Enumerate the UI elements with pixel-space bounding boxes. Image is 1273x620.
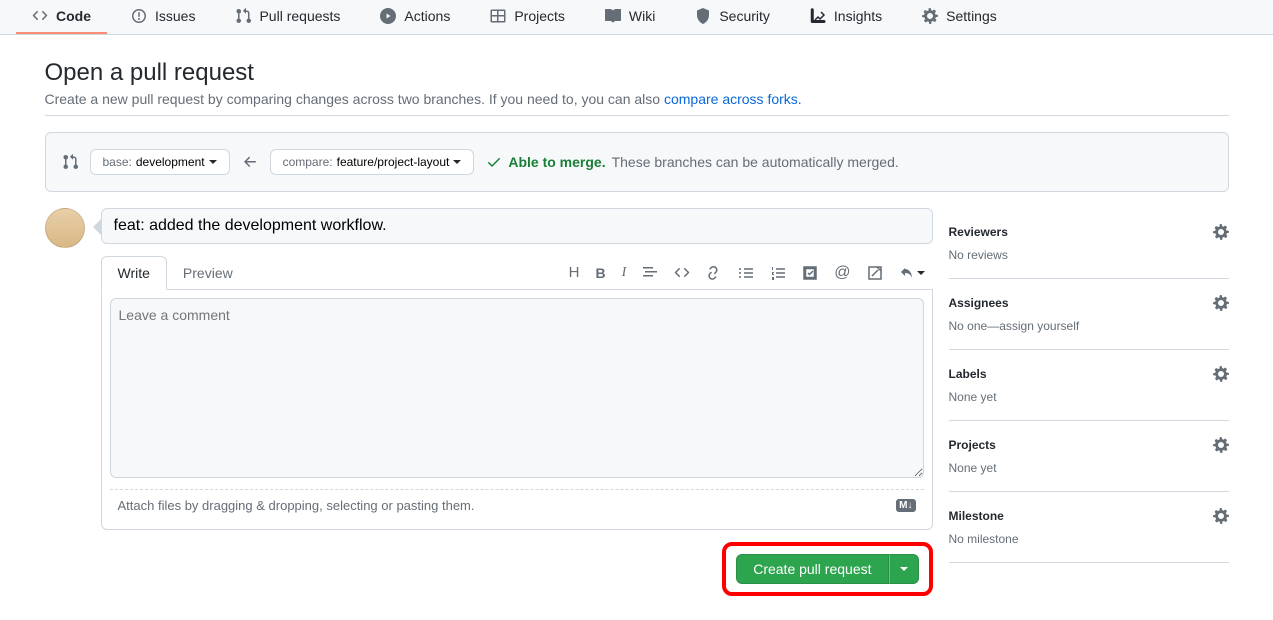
sidebar-reviewers: Reviewers No reviews xyxy=(949,208,1229,279)
sidebar-assignees: Assignees No one—assign yourself xyxy=(949,279,1229,350)
create-pr-dropdown[interactable] xyxy=(889,554,919,584)
gear-icon[interactable] xyxy=(1213,366,1229,382)
caret-icon xyxy=(209,160,217,164)
sidebar-projects: Projects None yet xyxy=(949,421,1229,492)
subhead-text: Create a new pull request by comparing c… xyxy=(45,91,664,107)
tab-wiki[interactable]: Wiki xyxy=(589,0,671,34)
arrow-left-icon xyxy=(242,154,258,170)
merge-ok-text: Able to merge. xyxy=(508,154,605,170)
compare-forks-link[interactable]: compare across forks. xyxy=(664,91,802,107)
tab-issues[interactable]: Issues xyxy=(115,0,211,34)
projects-sub: None yet xyxy=(949,461,1229,475)
tab-projects[interactable]: Projects xyxy=(474,0,581,34)
reviewers-sub: No reviews xyxy=(949,248,1229,262)
compare-branch-select[interactable]: compare: feature/project-layout xyxy=(270,149,475,175)
sidebar-milestone: Milestone No milestone xyxy=(949,492,1229,563)
labels-title: Labels xyxy=(949,367,987,381)
quote-icon[interactable] xyxy=(642,265,658,281)
tab-wiki-label: Wiki xyxy=(629,8,655,24)
tab-actions[interactable]: Actions xyxy=(364,0,466,34)
tab-settings[interactable]: Settings xyxy=(906,0,1013,34)
base-value: development xyxy=(136,155,205,169)
gear-icon[interactable] xyxy=(1213,224,1229,240)
base-branch-select[interactable]: base: development xyxy=(90,149,230,175)
markdown-badge-icon[interactable]: M↓ xyxy=(896,499,915,512)
labels-sub: None yet xyxy=(949,390,1229,404)
tab-security-label: Security xyxy=(719,8,770,24)
merge-status: Able to merge. These branches can be aut… xyxy=(486,154,898,170)
tab-settings-label: Settings xyxy=(946,8,997,24)
write-tab[interactable]: Write xyxy=(101,256,167,290)
assignees-sub[interactable]: No one—assign yourself xyxy=(949,319,1229,333)
gear-icon[interactable] xyxy=(1213,295,1229,311)
merge-msg-text: These branches can be automatically merg… xyxy=(612,154,899,170)
code-icon[interactable] xyxy=(674,265,690,281)
tab-code[interactable]: Code xyxy=(16,0,107,34)
compare-icon xyxy=(62,154,78,170)
compare-value: feature/project-layout xyxy=(337,155,450,169)
comment-textarea[interactable] xyxy=(110,298,924,478)
highlight-annotation: Create pull request xyxy=(722,542,932,596)
ol-icon[interactable] xyxy=(770,265,786,281)
tab-issues-label: Issues xyxy=(155,8,195,24)
comment-tabs: Write Preview H B I xyxy=(101,256,933,290)
reviewers-title: Reviewers xyxy=(949,225,1008,239)
base-label: base: xyxy=(103,155,132,169)
page-subhead: Create a new pull request by comparing c… xyxy=(45,91,1229,116)
branch-range-box: base: development compare: feature/proje… xyxy=(45,132,1229,192)
check-icon xyxy=(486,154,502,170)
composer: Write Preview H B I xyxy=(101,208,933,596)
attach-hint[interactable]: Attach files by dragging & dropping, sel… xyxy=(118,498,475,513)
tasklist-icon[interactable] xyxy=(802,265,818,281)
tab-actions-label: Actions xyxy=(404,8,450,24)
assignees-title: Assignees xyxy=(949,296,1009,310)
reply-icon[interactable] xyxy=(899,265,925,281)
tab-code-label: Code xyxy=(56,8,91,24)
pr-title-input[interactable] xyxy=(101,208,933,244)
milestone-sub: No milestone xyxy=(949,532,1229,546)
create-pr-button[interactable]: Create pull request xyxy=(736,554,888,584)
avatar-col xyxy=(45,208,85,596)
milestone-title: Milestone xyxy=(949,509,1004,523)
tab-insights[interactable]: Insights xyxy=(794,0,898,34)
heading-icon[interactable]: H xyxy=(569,264,580,281)
caret-icon xyxy=(453,160,461,164)
comment-box: Attach files by dragging & dropping, sel… xyxy=(101,290,933,530)
ul-icon[interactable] xyxy=(738,265,754,281)
tab-insights-label: Insights xyxy=(834,8,882,24)
md-toolbar: H B I @ xyxy=(569,264,933,282)
gear-icon[interactable] xyxy=(1213,437,1229,453)
link-icon[interactable] xyxy=(706,265,722,281)
gear-icon[interactable] xyxy=(1213,508,1229,524)
tab-security[interactable]: Security xyxy=(679,0,786,34)
tab-projects-label: Projects xyxy=(514,8,565,24)
compare-label: compare: xyxy=(283,155,333,169)
tab-pull-requests[interactable]: Pull requests xyxy=(219,0,356,34)
projects-title: Projects xyxy=(949,438,996,452)
preview-tab[interactable]: Preview xyxy=(167,257,249,289)
bold-icon[interactable]: B xyxy=(595,265,605,281)
sidebar-labels: Labels None yet xyxy=(949,350,1229,421)
sidebar: Reviewers No reviews Assignees No one—as… xyxy=(949,208,1229,596)
repo-nav: Code Issues Pull requests Actions Projec… xyxy=(0,0,1273,35)
avatar[interactable] xyxy=(45,208,85,248)
reference-icon[interactable] xyxy=(867,265,883,281)
mention-icon[interactable]: @ xyxy=(834,264,850,282)
page-title: Open a pull request xyxy=(45,59,1229,87)
tab-pulls-label: Pull requests xyxy=(259,8,340,24)
italic-icon[interactable]: I xyxy=(622,265,627,281)
